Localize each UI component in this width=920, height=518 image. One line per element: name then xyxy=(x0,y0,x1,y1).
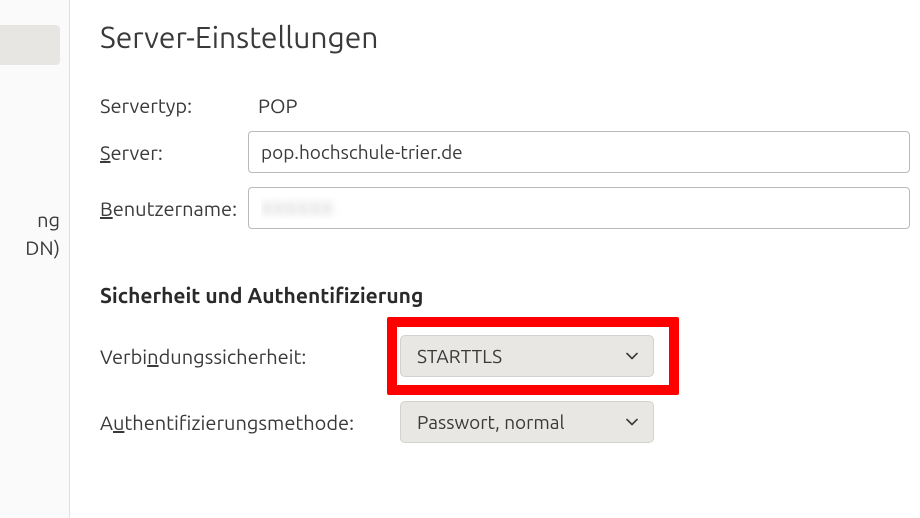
auth-method-select[interactable]: Passwort, normal xyxy=(400,401,654,443)
sidebar-partial-text-1: ng xyxy=(0,208,60,231)
auth-method-label: Authentifizierungsmethode: xyxy=(100,411,400,434)
server-input[interactable] xyxy=(248,131,910,173)
settings-panel: Server-Einstellungen Servertyp: POP Serv… xyxy=(100,20,910,467)
username-label: Benutzername: xyxy=(100,197,248,220)
server-type-label: Servertyp: xyxy=(100,94,248,117)
sidebar-item-active[interactable] xyxy=(0,25,60,65)
sidebar: ng DN) xyxy=(0,0,70,518)
auth-method-row: Authentifizierungsmethode: Passwort, nor… xyxy=(100,401,910,443)
server-row: Server: xyxy=(100,131,910,173)
chevron-down-icon xyxy=(625,411,639,433)
server-type-row: Servertyp: POP xyxy=(100,94,910,117)
username-input[interactable] xyxy=(248,187,910,229)
auth-method-value: Passwort, normal xyxy=(417,411,565,433)
username-row: Benutzername: xyxy=(100,187,910,229)
server-label: Server: xyxy=(100,141,248,164)
chevron-down-icon xyxy=(625,345,639,367)
sidebar-partial-text-2: DN) xyxy=(0,236,60,259)
security-heading: Sicherheit und Authentifizierung xyxy=(100,283,910,307)
connection-security-row: Verbindungssicherheit: STARTTLS xyxy=(100,335,910,377)
connection-security-label: Verbindungssicherheit: xyxy=(100,345,400,368)
server-type-value: POP xyxy=(248,94,297,117)
connection-security-select[interactable]: STARTTLS xyxy=(400,335,654,377)
page-title: Server-Einstellungen xyxy=(100,20,910,54)
connection-security-value: STARTTLS xyxy=(417,345,502,367)
